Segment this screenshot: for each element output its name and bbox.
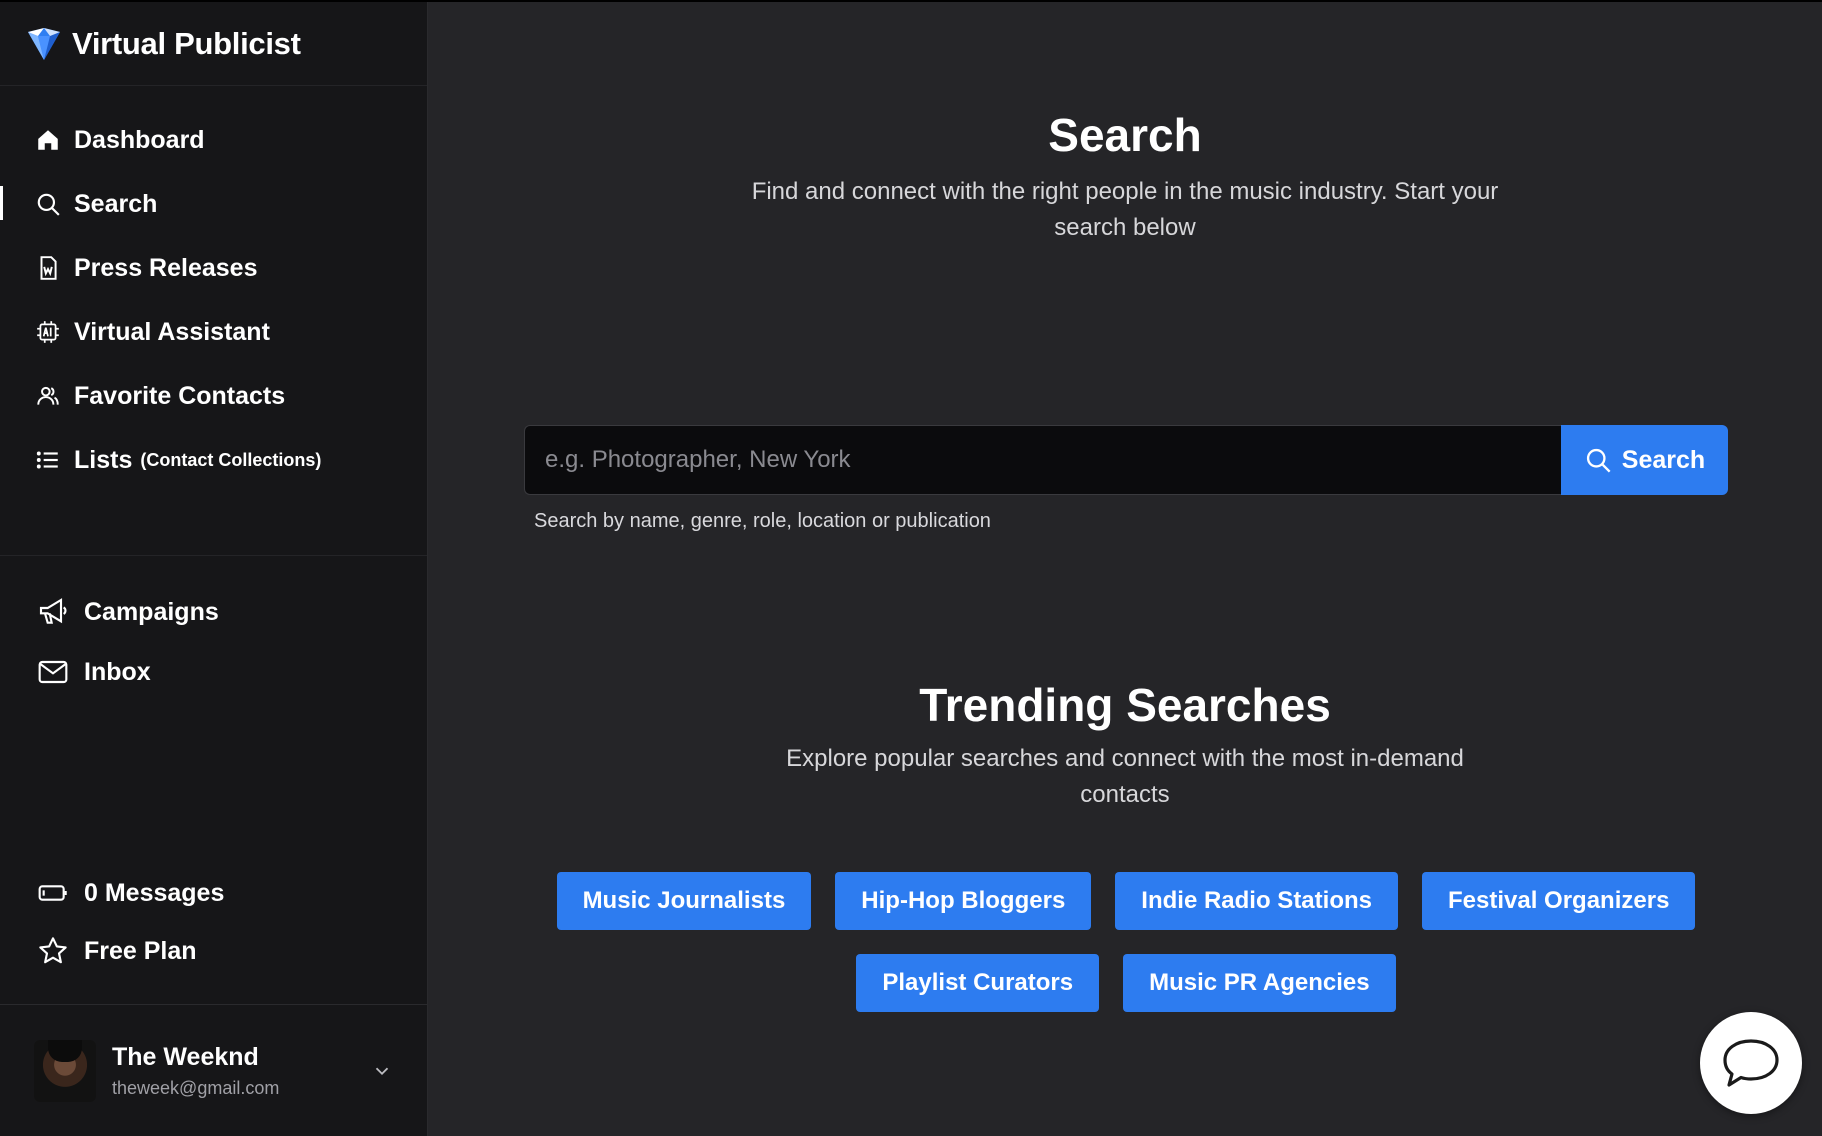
chevron-down-icon[interactable] [371,1060,393,1082]
user-menu[interactable]: The Weeknd theweek@gmail.com [0,1004,427,1136]
home-icon [34,126,62,154]
nav-item-free-plan[interactable]: Free Plan [0,922,427,980]
ai-chip-icon [34,318,62,346]
nav-label: Inbox [84,657,151,686]
search-bar: Search [524,425,1728,495]
nav-item-search[interactable]: Search [0,172,427,236]
chip-row: Music Journalists Hip-Hop Bloggers Indie… [524,872,1728,930]
nav-label: Press Releases [74,253,258,282]
nav-item-dashboard[interactable]: Dashboard [0,108,427,172]
mail-icon [36,655,70,689]
trending-chip[interactable]: Music PR Agencies [1123,954,1396,1012]
document-icon [34,254,62,282]
nav-label: Dashboard [74,125,205,154]
brand-header[interactable]: Virtual Publicist [0,2,427,86]
trending-chip[interactable]: Playlist Curators [856,954,1100,1012]
trending-chip[interactable]: Hip-Hop Bloggers [835,872,1092,930]
trending-chips: Music Journalists Hip-Hop Bloggers Indie… [524,872,1728,1012]
nav-label: Free Plan [84,936,197,965]
nav-item-messages[interactable]: 0 Messages [0,864,427,922]
page-title: Search [1048,109,1202,161]
nav-sublabel: (Contact Collections) [140,449,322,470]
user-info: The Weeknd theweek@gmail.com [112,1043,279,1099]
nav-item-press-releases[interactable]: Press Releases [0,236,427,300]
nav-item-campaigns[interactable]: Campaigns [0,582,427,642]
star-icon [36,934,70,968]
megaphone-icon [36,595,70,629]
chat-button[interactable] [1700,1012,1802,1114]
avatar [34,1039,96,1102]
search-icon [1586,448,1611,473]
brand-name: Virtual Publicist [72,25,301,61]
account-nav: 0 Messages Free Plan [0,864,427,980]
chip-row: Playlist Curators Music PR Agencies [524,954,1728,1012]
nav-label: Campaigns [84,597,219,626]
nav-label: Favorite Contacts [74,381,286,410]
sidebar: Virtual Publicist Dashboard Search Press… [0,2,428,1136]
app-window: Virtual Publicist Dashboard Search Press… [0,0,1822,1136]
page-subtitle: Find and connect with the right people i… [751,178,1499,241]
trending-chip[interactable]: Music Journalists [556,872,812,930]
nav-label: Lists [74,445,133,474]
nav-item-inbox[interactable]: Inbox [0,642,427,702]
nav-item-virtual-assistant[interactable]: Virtual Assistant [0,300,427,364]
trending-chip[interactable]: Indie Radio Stations [1115,872,1398,930]
search-button[interactable]: Search [1561,425,1728,495]
chat-bubble-icon [1723,1039,1779,1087]
primary-nav: Dashboard Search Press Releases Virtual … [0,86,427,556]
nav-item-favorite-contacts[interactable]: Favorite Contacts [0,364,427,428]
list-icon [34,446,62,474]
trending-title: Trending Searches [919,679,1331,731]
trending-subtitle: Explore popular searches and connect wit… [786,745,1464,808]
secondary-nav: Campaigns Inbox [0,556,427,702]
contacts-icon [34,382,62,410]
search-help-text: Search by name, genre, role, location or… [534,510,991,532]
user-name: The Weeknd [112,1042,259,1071]
search-button-label: Search [1621,445,1706,474]
main-content: Search Find and connect with the right p… [428,2,1822,1136]
trending-chip[interactable]: Festival Organizers [1421,872,1696,930]
battery-icon [36,876,70,910]
nav-label: 0 Messages [84,878,225,907]
user-email: theweek@gmail.com [112,1077,280,1098]
nav-item-lists[interactable]: Lists (Contact Collections) [0,428,427,492]
search-icon [34,190,62,218]
nav-label: Search [74,189,158,218]
search-input[interactable] [524,425,1561,495]
diamond-logo-icon [28,27,60,60]
nav-label: Virtual Assistant [74,317,270,346]
